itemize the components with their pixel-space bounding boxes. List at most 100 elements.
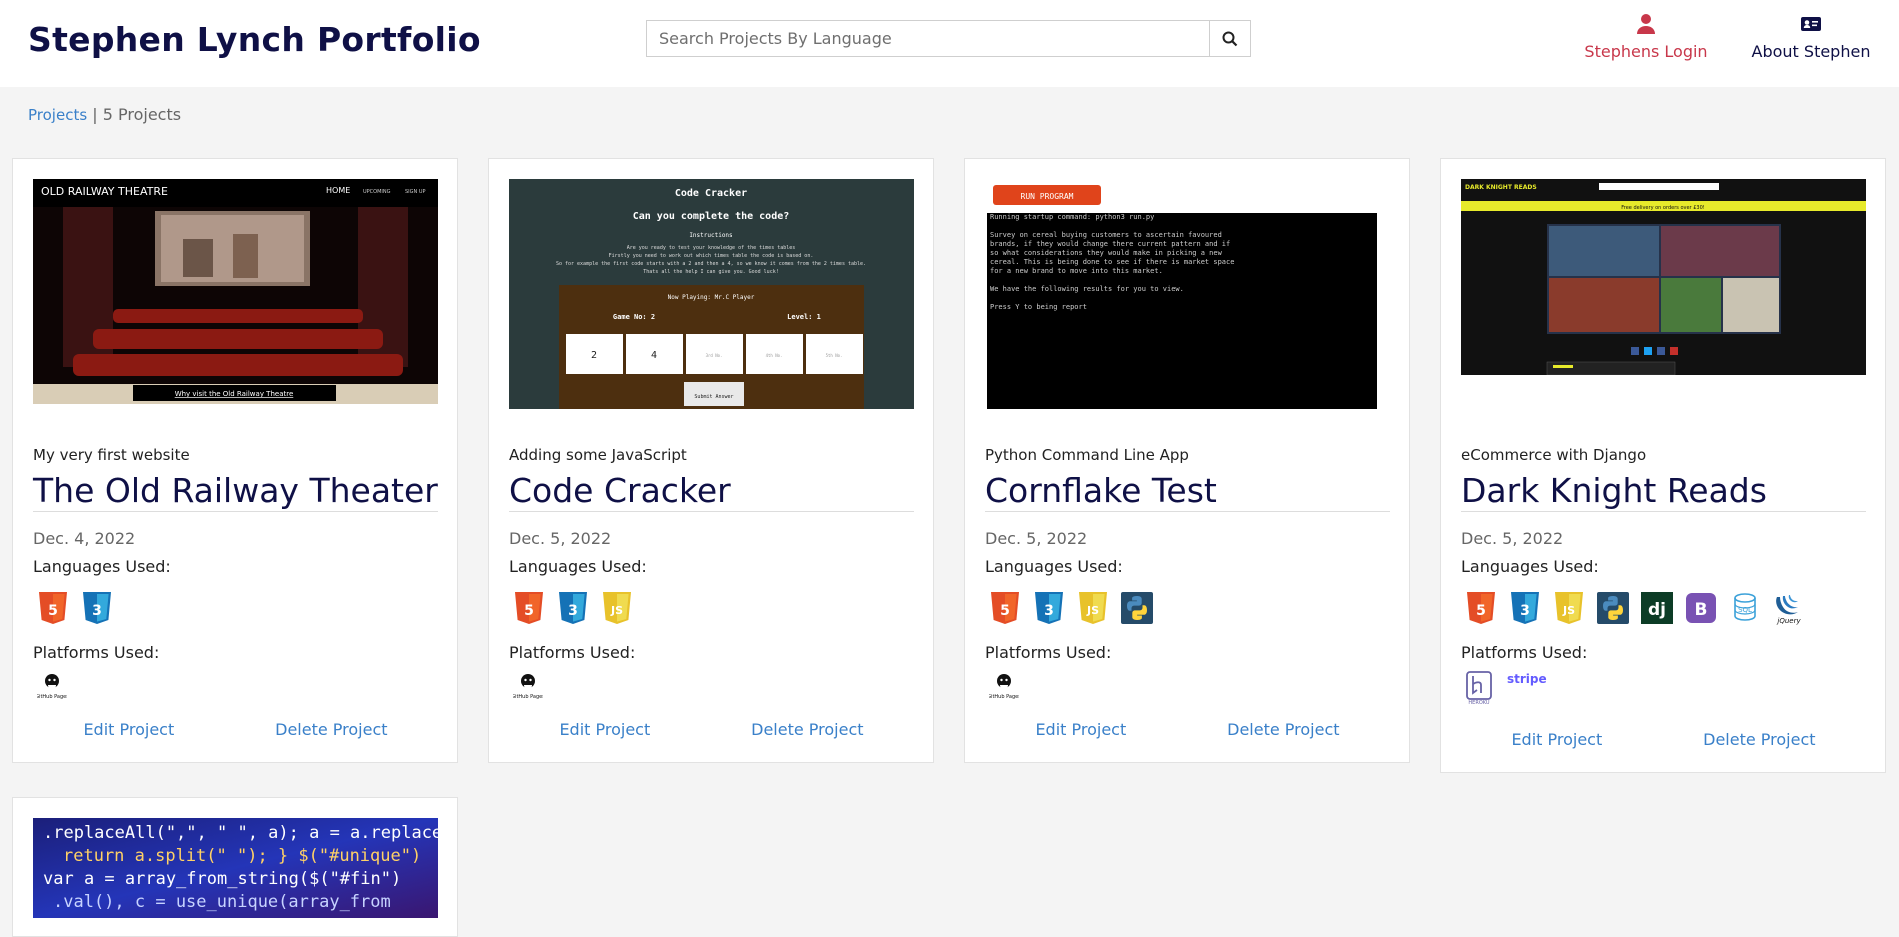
terminal-line: so what considerations they would make i… xyxy=(990,249,1223,257)
css3-icon xyxy=(1509,591,1541,625)
language-icons xyxy=(989,591,1153,625)
project-date: Dec. 5, 2022 xyxy=(509,529,612,548)
preview-submit: Submit Answer xyxy=(694,394,733,400)
terminal-screenshot: RUN PROGRAM Running startup command: pyt… xyxy=(985,179,1390,409)
github-pages-icon xyxy=(37,671,67,701)
preview-instruction-line: Are you ready to test your knowledge of … xyxy=(627,245,796,251)
preview-box: 4 xyxy=(651,350,657,361)
breadcrumb-projects-link[interactable]: Projects xyxy=(28,106,87,124)
python-icon xyxy=(1121,591,1153,625)
dark-knight-reads-screenshot: DARK KNIGHT READS Free delivery on order… xyxy=(1461,179,1866,375)
terminal-line: for a new brand to move into this market… xyxy=(990,267,1163,275)
html5-icon xyxy=(1465,591,1497,625)
languages-label: Languages Used: xyxy=(985,557,1123,576)
project-title[interactable]: Code Cracker xyxy=(509,471,731,510)
edit-project-link[interactable]: Edit Project xyxy=(1035,720,1126,739)
project-thumbnail[interactable]: .replaceAll(",", " ", a); a = a.replace … xyxy=(33,818,438,918)
language-icons xyxy=(37,591,113,625)
django-icon xyxy=(1641,591,1673,625)
search-bar xyxy=(646,20,1251,57)
nav-login-label: Stephens Login xyxy=(1584,42,1708,61)
top-header: Stephen Lynch Portfolio Stephens Login A… xyxy=(0,0,1899,87)
search-button[interactable] xyxy=(1209,20,1251,57)
preview-box: 3rd No. xyxy=(706,353,723,358)
python-icon xyxy=(1597,591,1629,625)
html5-icon xyxy=(513,591,545,625)
search-input[interactable] xyxy=(646,20,1209,57)
preview-site-name: OLD RAILWAY THEATRE xyxy=(41,185,168,198)
preview-nav-home: HOME xyxy=(326,186,350,195)
project-thumbnail[interactable]: RUN PROGRAM Running startup command: pyt… xyxy=(985,179,1390,409)
language-icons xyxy=(1465,591,1805,625)
id-card-icon xyxy=(1801,17,1821,31)
delete-project-link[interactable]: Delete Project xyxy=(751,720,863,739)
html5-icon xyxy=(37,591,69,625)
project-date: Dec. 5, 2022 xyxy=(1461,529,1564,548)
preview-box: 2 xyxy=(591,350,597,361)
terminal-line: Running startup command: python3 run.py xyxy=(990,213,1154,221)
project-subtitle: My very first website xyxy=(33,446,190,464)
project-card: RUN PROGRAM Running startup command: pyt… xyxy=(964,158,1410,763)
javascript-icon xyxy=(601,591,633,625)
github-pages-icon xyxy=(989,671,1019,701)
theatre-screenshot: OLD RAILWAY THEATRE HOME UPCOMING SIGN U… xyxy=(33,179,438,404)
code-line: .replaceAll(",", " ", a); a = a.replace xyxy=(43,823,438,843)
project-title[interactable]: The Old Railway Theater xyxy=(33,471,438,510)
nav-about-label: About Stephen xyxy=(1751,42,1871,61)
project-card: OLD RAILWAY THEATRE HOME UPCOMING SIGN U… xyxy=(12,158,458,763)
project-card: Code Cracker Can you complete the code? … xyxy=(488,158,934,763)
heroku-icon xyxy=(1465,671,1495,705)
terminal-line: Press Y to being report xyxy=(990,303,1087,311)
site-brand[interactable]: Stephen Lynch Portfolio xyxy=(28,20,481,59)
project-thumbnail[interactable]: DARK KNIGHT READS Free delivery on order… xyxy=(1461,179,1866,375)
preview-question: Can you complete the code? xyxy=(633,211,790,222)
project-title[interactable]: Cornflake Test xyxy=(985,471,1217,510)
delete-project-link[interactable]: Delete Project xyxy=(1227,720,1339,739)
javascript-icon xyxy=(1077,591,1109,625)
project-title[interactable]: Dark Knight Reads xyxy=(1461,471,1767,510)
project-actions: Edit Project Delete Project xyxy=(509,720,914,739)
divider xyxy=(33,511,438,512)
preview-level: Level: 1 xyxy=(787,313,821,321)
divider xyxy=(985,511,1390,512)
project-card: .replaceAll(",", " ", a); a = a.replace … xyxy=(12,797,458,937)
delete-project-link[interactable]: Delete Project xyxy=(1703,730,1815,749)
platforms-label: Platforms Used: xyxy=(33,643,160,662)
project-thumbnail[interactable]: OLD RAILWAY THEATRE HOME UPCOMING SIGN U… xyxy=(33,179,438,404)
nav-login[interactable]: Stephens Login xyxy=(1578,12,1714,61)
preview-now-playing: Now Playing: Mr.C Player xyxy=(668,294,755,301)
html5-icon xyxy=(989,591,1021,625)
code-screenshot: .replaceAll(",", " ", a); a = a.replace … xyxy=(33,818,438,918)
terminal-line: cereal. This is being done to see if the… xyxy=(990,258,1234,266)
preview-run-button: RUN PROGRAM xyxy=(1021,192,1074,201)
languages-label: Languages Used: xyxy=(33,557,171,576)
css3-icon xyxy=(1033,591,1065,625)
preview-logo: DARK KNIGHT READS xyxy=(1465,184,1537,191)
edit-project-link[interactable]: Edit Project xyxy=(83,720,174,739)
edit-project-link[interactable]: Edit Project xyxy=(1511,730,1602,749)
platforms-label: Platforms Used: xyxy=(1461,643,1588,662)
preview-instruction-line: Thats all the help I can give you. Good … xyxy=(643,269,778,275)
project-subtitle: Python Command Line App xyxy=(985,446,1189,464)
delete-project-link[interactable]: Delete Project xyxy=(275,720,387,739)
preview-instruction-line: So for example the first code starts wit… xyxy=(556,261,866,267)
sql-database-icon xyxy=(1729,591,1761,625)
bootstrap-icon xyxy=(1685,591,1717,625)
project-subtitle: eCommerce with Django xyxy=(1461,446,1647,464)
platform-icons: stripe xyxy=(1465,671,1547,705)
code-cracker-screenshot: Code Cracker Can you complete the code? … xyxy=(509,179,914,409)
preview-box: 5th No. xyxy=(826,353,843,358)
project-actions: Edit Project Delete Project xyxy=(1461,730,1866,749)
project-actions: Edit Project Delete Project xyxy=(33,720,438,739)
terminal-line: Survey on cereal buying customers to asc… xyxy=(990,231,1222,239)
project-thumbnail[interactable]: Code Cracker Can you complete the code? … xyxy=(509,179,914,409)
user-icon xyxy=(1637,14,1655,34)
preview-banner: Free delivery on orders over £30! xyxy=(1621,205,1705,211)
jquery-icon xyxy=(1773,591,1805,625)
terminal-line: We have the following results for you to… xyxy=(990,285,1184,293)
css3-icon xyxy=(81,591,113,625)
search-icon xyxy=(1222,31,1238,46)
edit-project-link[interactable]: Edit Project xyxy=(559,720,650,739)
nav-about[interactable]: About Stephen xyxy=(1744,12,1878,61)
languages-label: Languages Used: xyxy=(509,557,647,576)
